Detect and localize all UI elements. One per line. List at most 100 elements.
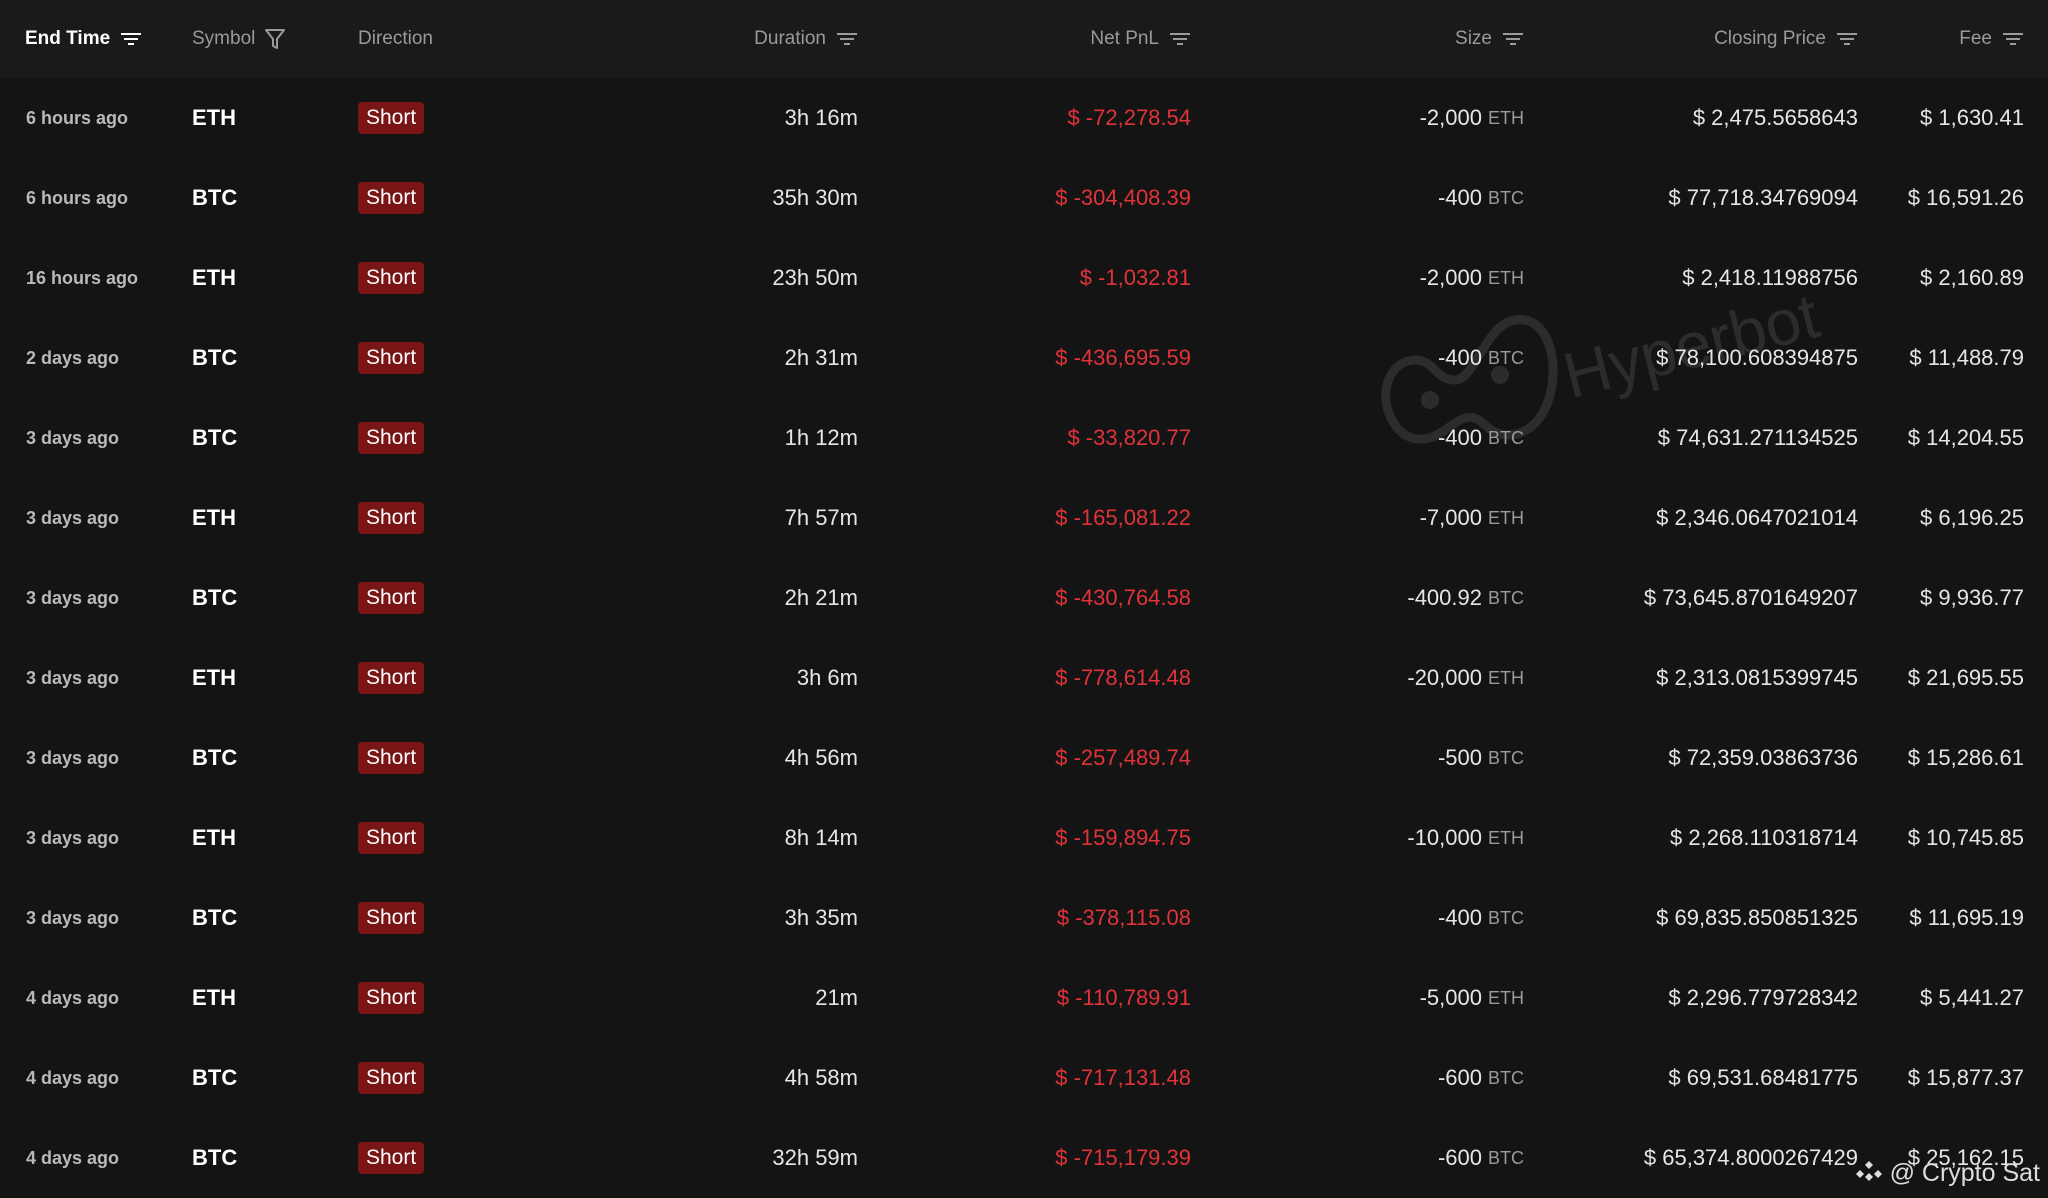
- net-pnl-cell: $ -1,032.81: [1079, 265, 1191, 290]
- table-row[interactable]: 3 days ago BTC Short 3h 35m $ -378,115.0…: [0, 878, 2048, 958]
- table-row[interactable]: 6 hours ago ETH Short 3h 16m $ -72,278.5…: [0, 78, 2048, 158]
- direction-cell: Short: [358, 158, 425, 238]
- short-badge: Short: [358, 262, 425, 294]
- closing-price-cell: $ 78,100.608394875: [1656, 345, 1858, 370]
- column-header-closing-price[interactable]: Closing Price: [1714, 0, 1858, 78]
- duration-cell: 3h 35m: [784, 905, 858, 930]
- end-time-cell: 4 days ago: [26, 1147, 120, 1168]
- size-cell: -600 BTC: [1438, 1118, 1524, 1198]
- table-row[interactable]: 3 days ago ETH Short 3h 6m $ -778,614.48…: [0, 638, 2048, 718]
- symbol-cell: ETH: [192, 665, 236, 690]
- duration-cell: 2h 21m: [784, 585, 858, 610]
- size-unit: BTC: [1488, 907, 1524, 928]
- closing-price-cell: $ 2,296.779728342: [1668, 985, 1858, 1010]
- size-unit: BTC: [1488, 747, 1524, 768]
- column-header-fee[interactable]: Fee: [1959, 0, 2024, 78]
- column-header-duration[interactable]: Duration: [754, 0, 858, 78]
- short-badge: Short: [358, 742, 425, 774]
- sort-icon[interactable]: [120, 31, 142, 47]
- table-header: End Time Symbol Direction Duration Net P…: [0, 0, 2048, 78]
- sort-icon[interactable]: [836, 31, 858, 47]
- symbol-cell: ETH: [192, 105, 236, 130]
- size-value: -500: [1437, 745, 1482, 770]
- binance-logo-icon: [1855, 1160, 1882, 1181]
- table-row[interactable]: 3 days ago BTC Short 1h 12m $ -33,820.77…: [0, 398, 2048, 478]
- size-unit: BTC: [1488, 587, 1524, 608]
- sort-icon[interactable]: [1502, 31, 1524, 47]
- end-time-cell: 16 hours ago: [26, 267, 139, 288]
- duration-cell: 1h 12m: [784, 425, 858, 450]
- symbol-cell: BTC: [192, 185, 238, 210]
- direction-cell: Short: [358, 478, 425, 558]
- closing-price-cell: $ 2,313.0815399745: [1656, 665, 1858, 690]
- duration-cell: 4h 58m: [784, 1065, 858, 1090]
- size-value: -400: [1437, 905, 1482, 930]
- duration-cell: 23h 50m: [772, 265, 858, 290]
- duration-cell: 7h 57m: [784, 505, 858, 530]
- end-time-cell: 3 days ago: [26, 427, 120, 448]
- duration-cell: 8h 14m: [784, 825, 858, 850]
- table-row[interactable]: 3 days ago BTC Short 4h 56m $ -257,489.7…: [0, 718, 2048, 798]
- size-value: -10,000: [1407, 825, 1482, 850]
- duration-cell: 3h 16m: [784, 105, 858, 130]
- size-unit: ETH: [1488, 267, 1524, 288]
- fee-cell: $ 15,877.37: [1907, 1065, 2024, 1090]
- direction-cell: Short: [358, 398, 425, 478]
- short-badge: Short: [358, 182, 425, 214]
- size-unit: BTC: [1488, 187, 1524, 208]
- table-row[interactable]: 3 days ago ETH Short 7h 57m $ -165,081.2…: [0, 478, 2048, 558]
- fee-cell: $ 15,286.61: [1907, 745, 2024, 770]
- net-pnl-cell: $ -165,081.22: [1055, 505, 1191, 530]
- sort-icon[interactable]: [1836, 31, 1858, 47]
- table-row[interactable]: 4 days ago BTC Short 32h 59m $ -715,179.…: [0, 1118, 2048, 1198]
- net-pnl-cell: $ -33,820.77: [1067, 425, 1191, 450]
- end-time-cell: 2 days ago: [26, 347, 120, 368]
- short-badge: Short: [358, 822, 425, 854]
- table-row[interactable]: 4 days ago ETH Short 21m $ -110,789.91 -…: [0, 958, 2048, 1038]
- sort-icon[interactable]: [2002, 31, 2024, 47]
- duration-cell: 32h 59m: [772, 1145, 858, 1170]
- end-time-cell: 3 days ago: [26, 827, 120, 848]
- table-row[interactable]: 16 hours ago ETH Short 23h 50m $ -1,032.…: [0, 238, 2048, 318]
- sort-icon[interactable]: [1169, 31, 1191, 47]
- duration-cell: 35h 30m: [772, 185, 858, 210]
- size-value: -7,000: [1419, 505, 1482, 530]
- closing-price-cell: $ 2,418.11988756: [1682, 265, 1858, 290]
- column-header-direction: Direction: [358, 0, 433, 78]
- size-unit: ETH: [1488, 827, 1524, 848]
- closing-price-cell: $ 74,631.271134525: [1657, 425, 1858, 450]
- table-row[interactable]: 6 hours ago BTC Short 35h 30m $ -304,408…: [0, 158, 2048, 238]
- short-badge: Short: [358, 582, 425, 614]
- filter-icon[interactable]: [265, 28, 286, 50]
- direction-cell: Short: [358, 558, 425, 638]
- table-row[interactable]: 3 days ago ETH Short 8h 14m $ -159,894.7…: [0, 798, 2048, 878]
- fee-cell: $ 11,488.79: [1909, 345, 2024, 370]
- end-time-cell: 6 hours ago: [26, 107, 129, 128]
- closing-price-cell: $ 69,835.850851325: [1656, 905, 1858, 930]
- direction-cell: Short: [358, 718, 425, 798]
- column-header-size[interactable]: Size: [1455, 0, 1524, 78]
- author-credit: @ Crypto Sat: [1855, 1159, 2040, 1188]
- fee-cell: $ 6,196.25: [1920, 505, 2024, 530]
- end-time-cell: 3 days ago: [26, 507, 120, 528]
- table-row[interactable]: 4 days ago BTC Short 4h 58m $ -717,131.4…: [0, 1038, 2048, 1118]
- column-header-net-pnl[interactable]: Net PnL: [1090, 0, 1191, 78]
- column-label: Symbol: [192, 28, 256, 49]
- size-cell: -5,000 ETH: [1420, 958, 1524, 1038]
- size-cell: -400 BTC: [1438, 318, 1524, 398]
- short-badge: Short: [358, 662, 425, 694]
- end-time-cell: 3 days ago: [26, 747, 120, 768]
- closing-price-cell: $ 65,374.8000267429: [1643, 1145, 1858, 1170]
- size-cell: -10,000 ETH: [1407, 798, 1524, 878]
- symbol-cell: ETH: [192, 825, 236, 850]
- size-unit: ETH: [1488, 667, 1524, 688]
- fee-cell: $ 9,936.77: [1920, 585, 2024, 610]
- table-row[interactable]: 2 days ago BTC Short 2h 31m $ -436,695.5…: [0, 318, 2048, 398]
- table-row[interactable]: 3 days ago BTC Short 2h 21m $ -430,764.5…: [0, 558, 2048, 638]
- direction-cell: Short: [358, 318, 425, 398]
- column-header-end-time[interactable]: End Time: [25, 0, 142, 78]
- column-header-symbol[interactable]: Symbol: [192, 0, 286, 78]
- direction-cell: Short: [358, 878, 425, 958]
- size-unit: ETH: [1488, 107, 1524, 128]
- size-cell: -20,000 ETH: [1407, 638, 1524, 718]
